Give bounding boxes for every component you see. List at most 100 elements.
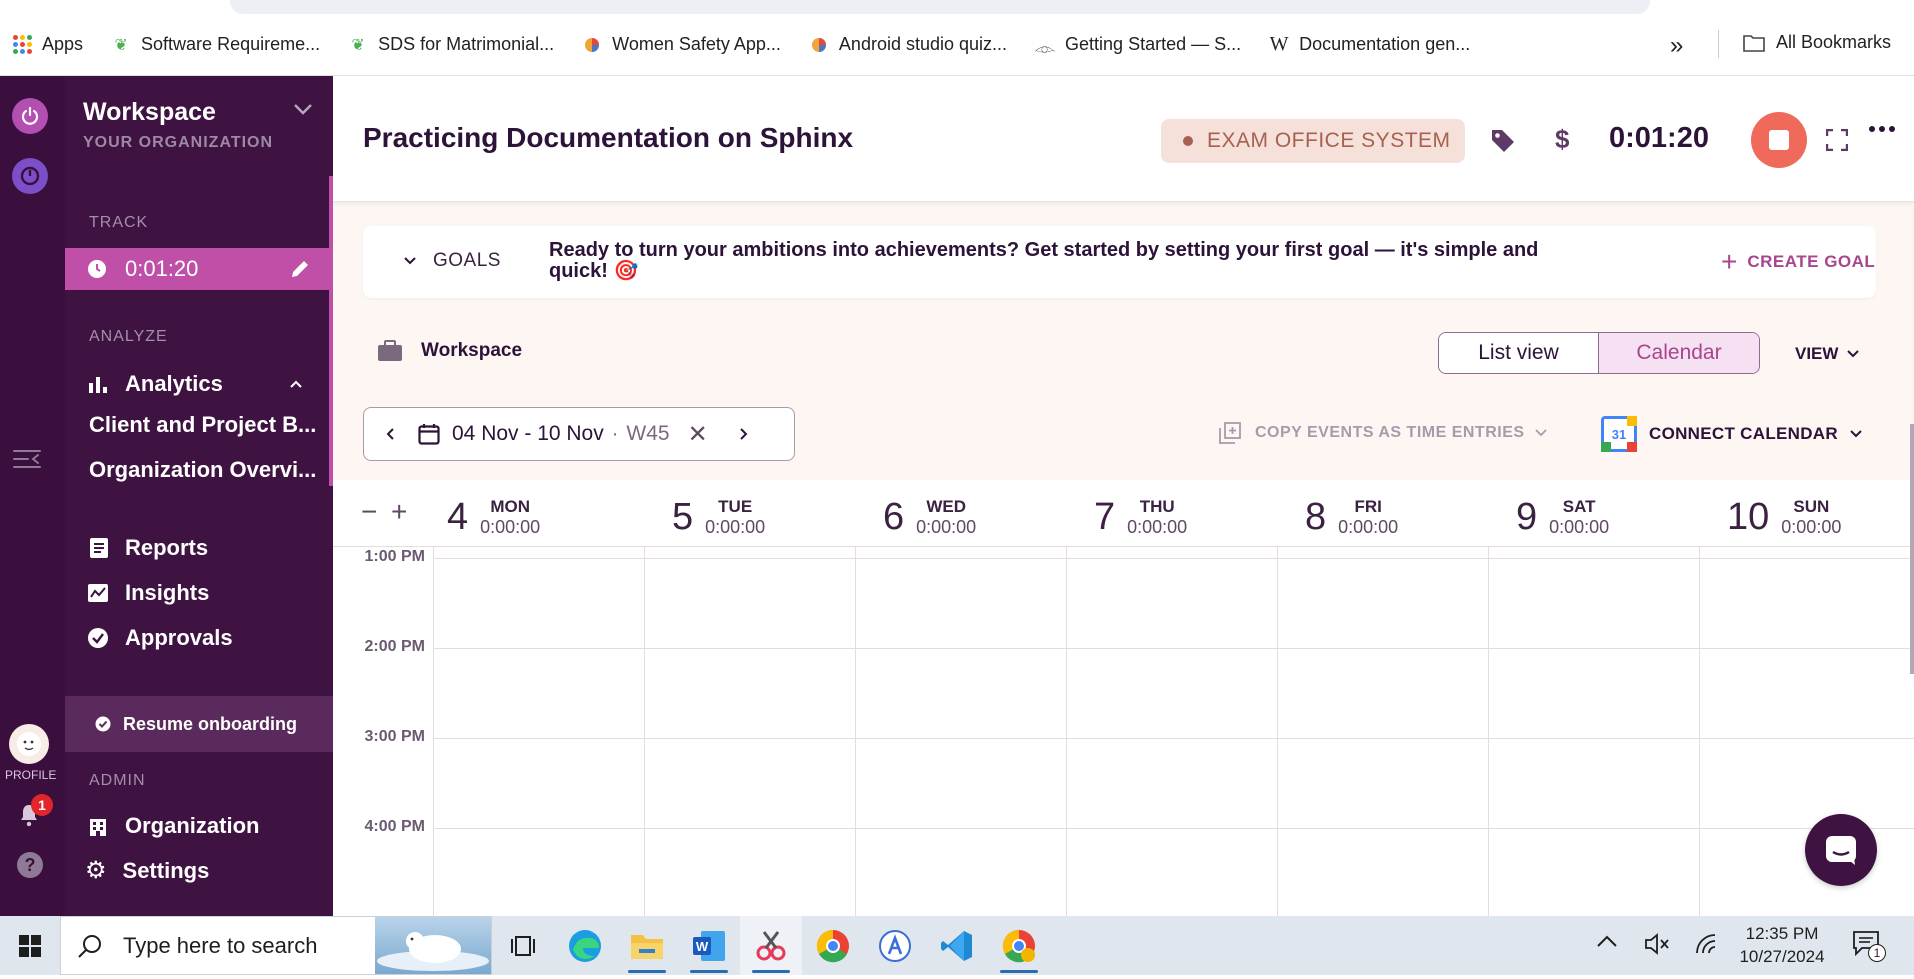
bookmark-android-quiz[interactable]: Android studio quiz... (809, 34, 1007, 55)
stop-timer-button[interactable] (1751, 112, 1807, 168)
windows-start-button[interactable] (0, 916, 60, 975)
day-header-mon[interactable]: 4 MON 0:00:00 (447, 492, 540, 542)
day-column[interactable] (644, 546, 855, 916)
edge-icon[interactable] (554, 916, 616, 975)
day-header-tue[interactable]: 5 TUE 0:00:00 (672, 492, 765, 542)
sidebar-item-insights[interactable]: Insights (65, 575, 329, 611)
tag-icon[interactable] (1490, 128, 1516, 154)
date-range[interactable]: 04 Nov - 10 Nov (452, 422, 604, 446)
clear-date-icon[interactable]: ✕ (688, 420, 708, 449)
page-title[interactable]: Practicing Documentation on Sphinx (363, 122, 853, 154)
address-bar[interactable] (230, 0, 1650, 14)
day-header-sat[interactable]: 9 SAT 0:00:00 (1516, 492, 1609, 542)
workspace-selector[interactable]: Workspace (377, 340, 522, 362)
goals-toggle[interactable]: GOALS (403, 250, 501, 272)
create-goal-button[interactable]: + CREATE GOAL (1721, 248, 1875, 276)
connect-calendar-button[interactable]: 31 CONNECT CALENDAR (1601, 416, 1862, 452)
sidebar-item-settings[interactable]: ⚙ Settings (65, 853, 329, 889)
sidebar-item-organization[interactable]: Organization (65, 808, 329, 844)
bookmark-getting-started-sphinx[interactable]: 𓁹 Getting Started — S... (1034, 34, 1241, 58)
day-header-thu[interactable]: 7 THU 0:00:00 (1094, 492, 1187, 542)
workspace-name[interactable]: Workspace (83, 98, 216, 127)
bookmark-documentation-gen[interactable]: W Documentation gen... (1269, 33, 1471, 55)
main-scrollbar[interactable] (1910, 424, 1914, 674)
task-view-icon[interactable] (492, 916, 554, 975)
hour-label: 3:00 PM (364, 728, 425, 745)
check-circle-icon (95, 716, 111, 732)
resume-onboarding-button[interactable]: Resume onboarding (65, 696, 333, 752)
day-total: 0:00:00 (1549, 516, 1610, 537)
word-icon[interactable]: W (678, 916, 740, 975)
chevron-left-icon[interactable] (386, 427, 396, 441)
profile-label: PROFILE (5, 768, 57, 782)
all-bookmarks-button[interactable]: All Bookmarks (1742, 32, 1891, 53)
collapse-menu-icon[interactable] (12, 448, 42, 475)
sidebar-item-org-overview[interactable]: Organization Overvi... (89, 457, 316, 483)
hour-label: 4:00 PM (364, 818, 425, 835)
day-name: SAT (1562, 496, 1596, 516)
calendar-tab[interactable]: Calendar (1599, 333, 1759, 373)
chrome-profile-icon[interactable] (988, 916, 1050, 975)
app-store-icon[interactable] (864, 916, 926, 975)
file-explorer-icon[interactable] (616, 916, 678, 975)
power-icon[interactable] (12, 98, 48, 134)
day-column[interactable] (855, 546, 1066, 916)
day-column[interactable] (1277, 546, 1488, 916)
leaf-icon: ❦ (351, 36, 365, 54)
sidebar-item-client-project[interactable]: Client and Project B... (89, 412, 316, 438)
project-dot (1183, 136, 1193, 146)
notification-badge: 1 (31, 794, 53, 816)
more-options-icon[interactable] (1869, 126, 1895, 132)
day-column[interactable] (1699, 546, 1910, 916)
day-header-fri[interactable]: 8 FRI 0:00:00 (1305, 492, 1398, 542)
view-dropdown[interactable]: VIEW (1795, 344, 1860, 364)
chevron-down-icon[interactable] (292, 102, 314, 121)
help-icon[interactable]: ? (17, 852, 43, 878)
chat-button[interactable] (1805, 814, 1877, 886)
active-timer-item[interactable]: 0:01:20 (65, 248, 329, 290)
hour-label: 2:00 PM (364, 638, 425, 655)
timer-icon[interactable] (12, 158, 48, 194)
google-calendar-icon: 31 (1601, 416, 1637, 452)
search-icon (78, 934, 101, 958)
day-column[interactable] (1488, 546, 1699, 916)
day-column[interactable] (1066, 546, 1277, 916)
system-clock[interactable]: 12:35 PM 10/27/2024 (1732, 922, 1832, 968)
calendar-icon (418, 424, 440, 445)
bookmark-women-safety[interactable]: Women Safety App... (582, 34, 781, 55)
more-bookmarks-button[interactable]: » (1670, 32, 1683, 60)
bookmark-apps[interactable]: Apps (12, 34, 83, 55)
day-name: TUE (718, 496, 753, 516)
snipping-tool-icon[interactable] (740, 916, 802, 975)
hour-label: 1:00 PM (364, 548, 425, 565)
chrome-icon[interactable] (802, 916, 864, 975)
bookmark-sds-matrimonial[interactable]: ❦ SDS for Matrimonial... (348, 34, 554, 55)
time-grid[interactable] (433, 546, 1914, 916)
wifi-icon[interactable] (1694, 932, 1720, 961)
action-center-icon[interactable]: 1 (1852, 930, 1886, 962)
day-name: WED (926, 496, 966, 516)
svg-text:W: W (696, 939, 709, 954)
vscode-icon[interactable] (926, 916, 988, 975)
gear-icon: ⚙ (85, 857, 107, 884)
copy-events-button[interactable]: COPY EVENTS AS TIME ENTRIES (1219, 422, 1547, 444)
taskbar-search[interactable]: Type here to search (60, 916, 492, 975)
fullscreen-icon[interactable] (1826, 129, 1848, 151)
goals-message: Ready to turn your ambitions into achiev… (549, 239, 1539, 282)
sidebar-item-approvals[interactable]: Approvals (65, 620, 329, 656)
pencil-icon[interactable] (289, 258, 311, 280)
sidebar-item-reports[interactable]: Reports (65, 530, 329, 566)
day-header-wed[interactable]: 6 WED 0:00:00 (883, 492, 976, 542)
day-column[interactable] (433, 546, 644, 916)
chevron-right-icon[interactable] (738, 427, 748, 441)
avatar[interactable] (9, 724, 49, 764)
project-chip[interactable]: EXAM OFFICE SYSTEM (1161, 119, 1465, 163)
speaker-muted-icon[interactable] (1644, 932, 1670, 961)
list-view-tab[interactable]: List view (1439, 333, 1599, 373)
hour-labels: 1:00 PM 2:00 PM 3:00 PM 4:00 PM (333, 546, 433, 916)
chevron-up-icon[interactable] (1596, 934, 1618, 953)
sidebar-item-analytics[interactable]: Analytics (65, 366, 329, 402)
bookmark-software-requirements[interactable]: ❦ Software Requireme... (111, 34, 320, 55)
dollar-icon[interactable]: $ (1555, 124, 1569, 155)
day-header-sun[interactable]: 10 SUN 0:00:00 (1727, 492, 1841, 542)
